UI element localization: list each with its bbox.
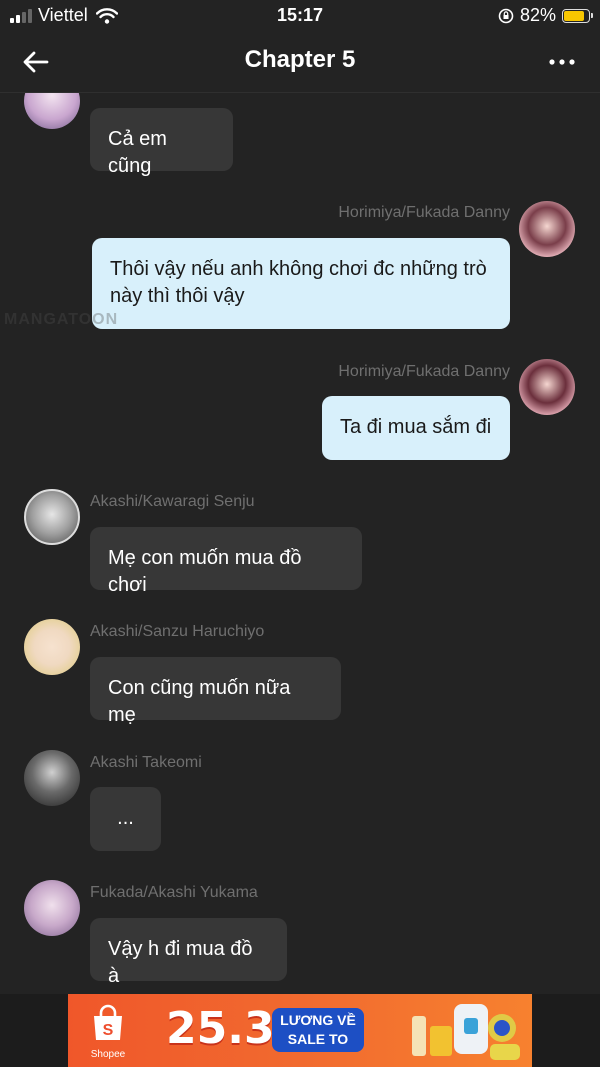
ad-tagline-line1: LƯƠNG VỀ xyxy=(280,1012,356,1028)
message-bubble[interactable]: Ta đi mua sắm đi xyxy=(322,396,510,460)
avatar[interactable] xyxy=(24,489,80,545)
chat-thread[interactable]: Cả em cũng Horimiya/Fukada Danny Thôi vậ… xyxy=(0,93,600,993)
avatar[interactable] xyxy=(24,619,80,675)
battery-percent: 82% xyxy=(519,5,556,25)
message-bubble[interactable]: Vậy h đi mua đồ à xyxy=(90,918,287,987)
status-bar: Viettel 15:17 82% xyxy=(0,0,600,32)
svg-text:S: S xyxy=(103,1022,114,1039)
sender-name: Horimiya/Fukada Danny xyxy=(338,363,510,380)
sender-name: Akashi/Kawaragi Senju xyxy=(90,493,255,510)
ad-banner[interactable]: S Shopee 25.3 LƯƠNG VỀ SALE TO xyxy=(68,994,532,1067)
avatar[interactable] xyxy=(519,201,575,257)
message-bubble[interactable]: Thôi vậy nếu anh không chơi đc những trò… xyxy=(92,238,510,329)
more-options-button[interactable] xyxy=(546,50,578,74)
sender-name: Horimiya/Fukada Danny xyxy=(338,204,510,221)
page-title: Chapter 5 xyxy=(244,46,356,73)
avatar[interactable] xyxy=(24,880,80,936)
sender-name: Akashi/Sanzu Haruchiyo xyxy=(90,623,265,640)
more-horizontal-icon xyxy=(549,59,575,65)
message-bubble[interactable]: Mẹ con muốn mua đồ chơi xyxy=(90,527,362,596)
battery-icon xyxy=(562,8,593,23)
ad-products-image xyxy=(412,1004,520,1060)
message-bubble[interactable]: Con cũng muốn nữa mẹ xyxy=(90,657,341,726)
shopee-logo: S Shopee xyxy=(82,1004,134,1060)
message-bubble[interactable]: ... xyxy=(90,787,161,851)
shopping-bag-icon: S xyxy=(94,1004,122,1040)
sender-name: Fukada/Akashi Yukama xyxy=(90,884,258,901)
ad-brand: Shopee xyxy=(90,1049,126,1060)
message-bubble[interactable]: Cả em cũng xyxy=(90,108,233,177)
ad-tagline: LƯƠNG VỀ SALE TO xyxy=(272,1008,364,1052)
orientation-lock-icon xyxy=(498,8,514,23)
avatar[interactable] xyxy=(24,750,80,806)
sender-name: Akashi Takeomi xyxy=(90,754,202,771)
avatar[interactable] xyxy=(519,359,575,415)
ad-date: 25.3 xyxy=(166,1003,275,1054)
avatar[interactable] xyxy=(24,93,80,129)
watermark: MANGATOON xyxy=(4,311,119,328)
ad-tagline-line2: SALE TO xyxy=(287,1031,349,1047)
top-bar: Chapter 5 xyxy=(0,32,600,93)
